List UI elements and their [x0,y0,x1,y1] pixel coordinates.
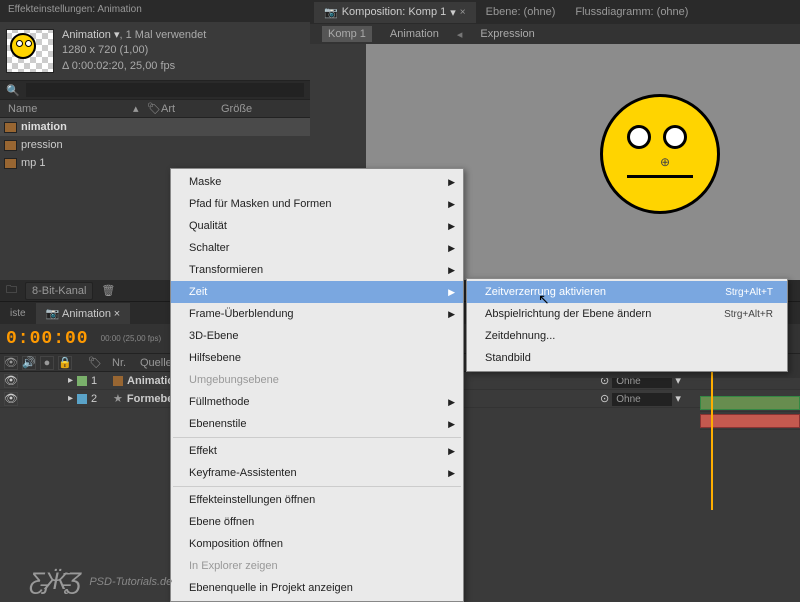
crumb-komp1[interactable]: Komp 1 [322,26,372,42]
ctx-fuellmethode[interactable]: Füllmethode▶ [171,391,463,413]
col-type: Art [161,103,221,115]
playhead[interactable] [711,352,713,510]
ctx-umgebungsebene: Umgebungsebene [171,369,463,391]
ctx-ebenenstile[interactable]: Ebenenstile▶ [171,413,463,435]
close-icon[interactable]: × [460,7,466,18]
effect-settings-header: Effekteinstellungen: Animation [0,0,310,22]
ctx-qualitaet[interactable]: Qualität▶ [171,215,463,237]
chevron-right-icon: ▶ [448,177,455,188]
list-item-expression[interactable]: pression [0,136,310,154]
timecode-sub: 00:00 (25,00 fps) [101,334,161,343]
search-row: 🔍 [0,80,310,100]
watermark: Ƹ̵̡Ӝ̵̨̄Ʒ PSD-Tutorials.de [30,568,172,596]
crumb-expression[interactable]: Expression [474,26,540,42]
column-headers: Name ▴ 🏷 Art Größe [0,100,310,118]
asset-name: Animation ▾ [62,29,120,41]
smiley-mouth [627,175,693,178]
lock-icon[interactable]: 🔒 [58,356,72,370]
asset-info: Animation ▾, 1 Mal verwendet 1280 x 720 … [62,28,206,74]
asset-duration: Δ 0:00:02:20, 25,00 fps [62,59,206,74]
ctx-pfad[interactable]: Pfad für Masken und Formen▶ [171,193,463,215]
separator [173,437,461,438]
solo-icon[interactable]: ● [40,356,54,370]
tab-liste[interactable]: iste [0,304,36,323]
context-menu: Maske▶ Pfad für Masken und Formen▶ Quali… [170,168,464,602]
ctx-effekteinst-oeffnen[interactable]: Effekteinstellungen öffnen [171,489,463,511]
visibility-icon[interactable]: 👁 [4,356,18,370]
list-item-animation[interactable]: nimation [0,118,310,136]
breadcrumb: Komp 1 Animation ◂ Expression [310,24,800,44]
smiley-eye-left [627,125,651,149]
viewer-tabs: 📷Komposition: Komp 1▾× Ebene: (ohne) Flu… [310,0,800,24]
sub-zeitdehnung[interactable]: Zeitdehnung... [467,325,787,347]
ctx-schalter[interactable]: Schalter▶ [171,237,463,259]
separator [173,486,461,487]
ctx-maske[interactable]: Maske▶ [171,171,463,193]
ctx-ebene-oeffnen[interactable]: Ebene öffnen [171,511,463,533]
ctx-komposition-oeffnen[interactable]: Komposition öffnen [171,533,463,555]
audio-icon[interactable]: 🔊 [22,356,36,370]
asset-thumbnail [6,29,54,73]
trash-icon[interactable]: 🗑 [101,284,115,297]
timecode[interactable]: 0:00:00 [6,329,89,349]
tab-ebene[interactable]: Ebene: (ohne) [476,2,566,22]
col-size: Größe [221,103,252,115]
search-input[interactable] [26,83,304,97]
search-icon[interactable]: 🔍 [6,84,20,97]
ctx-hilfsebene[interactable]: Hilfsebene [171,347,463,369]
context-submenu-zeit: Zeitverzerrung aktivierenStrg+Alt+T Absp… [466,278,788,372]
butterfly-icon: Ƹ̵̡Ӝ̵̨̄Ʒ [30,568,81,596]
parent-select[interactable]: Ohne [612,393,672,406]
col-name: Name [8,103,133,115]
sub-standbild[interactable]: Standbild [467,347,787,369]
asset-row[interactable]: Animation ▾, 1 Mal verwendet 1280 x 720 … [0,22,310,80]
crumb-animation[interactable]: Animation [384,26,445,42]
ctx-explorer: In Explorer zeigen [171,555,463,577]
track-bar-2[interactable] [700,414,800,428]
shortcut: Strg+Alt+T [725,287,773,298]
track-bar-1[interactable] [700,396,800,410]
ctx-transformieren[interactable]: Transformieren▶ [171,259,463,281]
anchor-icon: ⊕ [660,155,670,169]
ctx-ebenenquelle[interactable]: Ebenenquelle in Projekt anzeigen [171,577,463,599]
sub-zeitverzerrung[interactable]: Zeitverzerrung aktivierenStrg+Alt+T [467,281,787,303]
ctx-effekt[interactable]: Effekt▶ [171,440,463,462]
tab-composition[interactable]: 📷Komposition: Komp 1▾× [314,2,476,23]
ctx-keyframe-assist[interactable]: Keyframe-Assistenten▶ [171,462,463,484]
tab-animation[interactable]: 📷 Animation × [36,303,131,324]
col-label-icon: 🏷 [88,356,108,369]
close-icon[interactable]: × [114,308,120,320]
tab-fluss[interactable]: Flussdiagramm: (ohne) [565,2,698,22]
ctx-3d-ebene[interactable]: 3D-Ebene [171,325,463,347]
ctx-zeit[interactable]: Zeit▶ [171,281,463,303]
sub-abspielrichtung[interactable]: Abspielrichtung der Ebene ändernStrg+Alt… [467,303,787,325]
bit-depth[interactable]: 8-Bit-Kanal [25,282,93,300]
smiley-eye-right [663,125,687,149]
asset-resolution: 1280 x 720 (1,00) [62,43,206,58]
smiley-face: ⊕ [600,94,720,214]
bin-icon[interactable]: 🗀 [6,281,17,300]
col-nr: Nr. [112,357,136,369]
ctx-frame-ueberblendung[interactable]: Frame-Überblendung▶ [171,303,463,325]
